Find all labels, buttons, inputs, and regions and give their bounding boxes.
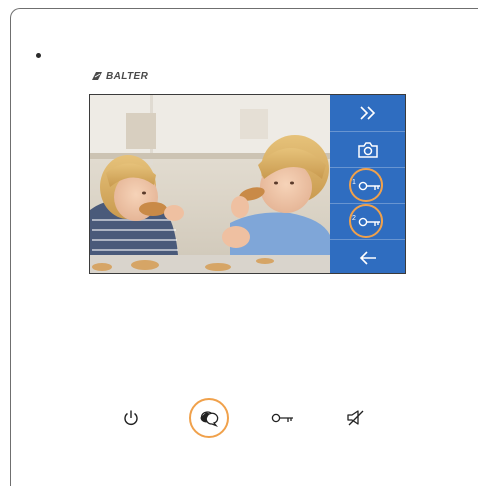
unlock-1-button[interactable]: 1 [330, 167, 405, 203]
arrow-left-icon [359, 250, 376, 265]
back-button[interactable] [330, 239, 405, 273]
display-screen: 1 2 [89, 94, 406, 274]
power-button[interactable] [111, 398, 151, 438]
unlock-2-button[interactable]: 2 [330, 203, 405, 239]
unlock-1-number: 1 [352, 179, 356, 186]
camera-video-feed [90, 95, 330, 273]
power-icon [124, 410, 138, 425]
camera-icon [357, 141, 378, 158]
brand-name: BALTER [106, 70, 149, 82]
brand-logo: BALTER [91, 70, 148, 82]
double-chevron-right-icon [359, 105, 375, 120]
key-icon [271, 413, 293, 423]
control-panel: 1 2 [330, 95, 405, 273]
talk-button[interactable] [189, 398, 229, 438]
unlock-hardware-button[interactable] [263, 398, 303, 438]
status-indicator-dot [36, 53, 41, 58]
speaker-mute-icon [347, 410, 364, 426]
expand-button[interactable] [330, 95, 405, 130]
unlock-2-number: 2 [352, 215, 356, 222]
brand-mark-icon [92, 72, 102, 80]
mute-button[interactable] [336, 398, 376, 438]
snapshot-button[interactable] [330, 131, 405, 167]
highlight-ring [189, 398, 229, 438]
